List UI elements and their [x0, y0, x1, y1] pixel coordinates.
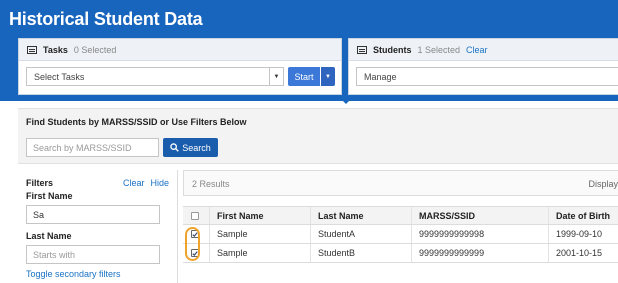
- students-clear-link[interactable]: Clear: [466, 45, 488, 55]
- results-panel: 2 Results Display First Name Last Name M…: [178, 170, 618, 283]
- manage-label: Manage: [364, 71, 397, 82]
- tasks-panel-header: Tasks 0 Selected: [19, 39, 341, 61]
- column-header-first-name[interactable]: First Name: [209, 207, 310, 224]
- search-button-label: Search: [182, 142, 211, 153]
- list-icon: [27, 45, 37, 54]
- row-checkbox[interactable]: [191, 230, 199, 238]
- first-name-field[interactable]: [26, 205, 160, 224]
- last-name-field[interactable]: [26, 245, 160, 264]
- table-header-row: First Name Last Name MARSS/SSID Date of …: [183, 206, 618, 225]
- filters-panel: Filters Clear Hide First Name Last Name …: [18, 170, 178, 283]
- caret-down-icon: ▼: [325, 73, 331, 80]
- first-name-label: First Name: [26, 191, 73, 201]
- display-control[interactable]: Display: [588, 179, 618, 189]
- first-name-cell: Sample: [209, 244, 310, 262]
- start-button[interactable]: Start: [288, 67, 320, 86]
- column-header-marss-ssid[interactable]: MARSS/SSID: [411, 207, 548, 224]
- tasks-panel: Tasks 0 Selected Select Tasks ▼ Start ▼: [18, 38, 342, 95]
- manage-dropdown[interactable]: Manage: [356, 67, 618, 86]
- row-checkbox[interactable]: [191, 249, 199, 257]
- table-row[interactable]: Sample StudentA 9999999999998 1999-09-10: [183, 225, 618, 244]
- tasks-title: Tasks: [43, 44, 68, 55]
- app-header: Historical Student Data Tasks 0 Selected…: [0, 0, 618, 101]
- table-row[interactable]: Sample StudentB 9999999999999 2001-10-15: [183, 244, 618, 263]
- caret-down-icon: ▼: [269, 68, 283, 85]
- marss-ssid-cell: 9999999999998: [411, 225, 548, 243]
- last-name-cell: StudentB: [310, 244, 411, 262]
- first-name-cell: Sample: [209, 225, 310, 243]
- select-all-cell: [183, 207, 209, 224]
- results-bar: 2 Results Display: [183, 170, 618, 196]
- search-input[interactable]: [26, 138, 159, 157]
- column-header-date-of-birth[interactable]: Date of Birth: [548, 207, 618, 224]
- select-tasks-label: Select Tasks: [34, 71, 85, 82]
- header-pointer: [338, 96, 354, 104]
- students-title: Students: [373, 44, 412, 55]
- search-button[interactable]: Search: [163, 138, 218, 157]
- find-students-title: Find Students by MARSS/SSID or Use Filte…: [26, 117, 247, 127]
- select-all-checkbox[interactable]: [191, 211, 199, 220]
- date-of-birth-cell: 2001-10-15: [548, 244, 618, 262]
- results-table: First Name Last Name MARSS/SSID Date of …: [183, 206, 618, 263]
- search-icon: [170, 143, 180, 152]
- list-icon: [357, 45, 367, 54]
- start-options-button[interactable]: ▼: [321, 67, 335, 86]
- students-panel: Students 1 Selected Clear Manage: [348, 38, 618, 95]
- column-header-last-name[interactable]: Last Name: [310, 207, 411, 224]
- find-students-bar: Find Students by MARSS/SSID or Use Filte…: [18, 108, 618, 164]
- filters-clear-link[interactable]: Clear: [123, 178, 145, 188]
- select-tasks-dropdown[interactable]: Select Tasks ▼: [26, 67, 284, 86]
- students-selected-count: 1 Selected: [417, 44, 461, 55]
- marss-ssid-cell: 9999999999999: [411, 244, 548, 262]
- filters-hide-link[interactable]: Hide: [150, 178, 169, 188]
- tasks-selected-count: 0 Selected: [73, 44, 117, 55]
- page-title: Historical Student Data: [9, 9, 203, 29]
- filters-actions: Clear Hide: [123, 178, 169, 188]
- last-name-cell: StudentA: [310, 225, 411, 243]
- last-name-label: Last Name: [26, 231, 72, 241]
- toggle-secondary-filters-link[interactable]: Toggle secondary filters: [26, 269, 121, 279]
- date-of-birth-cell: 1999-09-10: [548, 225, 618, 243]
- row-select-cell: [183, 225, 209, 243]
- checkmark-icon: [192, 250, 198, 256]
- students-panel-header: Students 1 Selected Clear: [349, 39, 618, 61]
- filters-title: Filters: [26, 178, 54, 188]
- checkmark-icon: [192, 231, 198, 237]
- results-count: 2 Results: [192, 179, 230, 189]
- row-select-cell: [183, 244, 209, 262]
